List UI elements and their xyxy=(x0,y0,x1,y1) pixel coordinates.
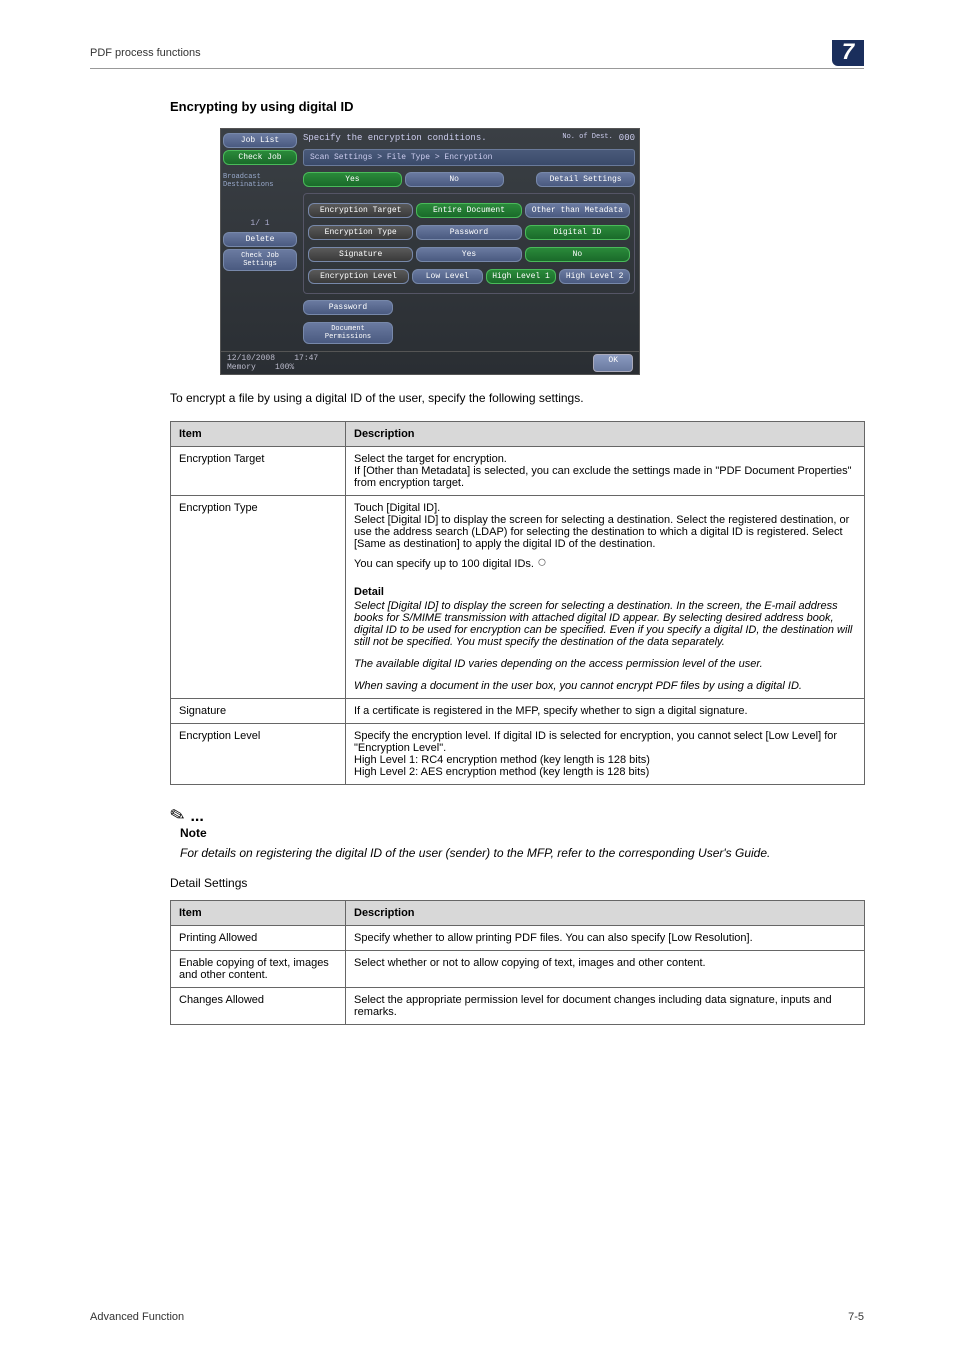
status-bar: 12/10/2008 17:47 Memory 100% OK xyxy=(221,351,639,374)
dest-count-value: 000 xyxy=(619,133,635,143)
detail-text-1: Select [Digital ID] to display the scree… xyxy=(354,600,856,648)
job-list-tab[interactable]: Job List xyxy=(223,133,297,148)
t1r2-item: Signature xyxy=(171,699,346,724)
magnifier-icon xyxy=(537,554,555,572)
t1r1-item: Encryption Type xyxy=(171,496,346,699)
footer-left: Advanced Function xyxy=(90,1311,184,1323)
detail-text-3: When saving a document in the user box, … xyxy=(354,680,856,692)
signature-label: Signature xyxy=(308,247,413,262)
detail-text-2: The available digital ID varies dependin… xyxy=(354,658,856,670)
t2r0-desc: Specify whether to allow printing PDF fi… xyxy=(346,926,865,951)
table2-header-item: Item xyxy=(171,901,346,926)
enc-target-label: Encryption Target xyxy=(308,203,413,218)
high-level-1-button[interactable]: High Level 1 xyxy=(486,269,557,284)
table-row: Changes Allowed Select the appropriate p… xyxy=(171,988,865,1025)
enc-type-label: Encryption Type xyxy=(308,225,413,240)
table1-header-item: Item xyxy=(171,422,346,447)
t2r2-item: Changes Allowed xyxy=(171,988,346,1025)
table-row: Encryption Target Select the target for … xyxy=(171,447,865,496)
delete-button[interactable]: Delete xyxy=(223,232,297,247)
check-job-tab[interactable]: Check Job xyxy=(223,150,297,165)
page-header: PDF process functions 7 xyxy=(90,40,864,69)
detail-label: Detail xyxy=(354,586,856,598)
footer-right: 7-5 xyxy=(848,1311,864,1323)
chapter-number: 7 xyxy=(832,40,864,66)
instruction-text: Specify the encryption conditions. xyxy=(303,133,487,143)
t2r0-item: Printing Allowed xyxy=(171,926,346,951)
table1-header-desc: Description xyxy=(346,422,865,447)
detail-settings-button[interactable]: Detail Settings xyxy=(536,172,635,187)
note-dots: ... xyxy=(190,808,203,825)
t1r1-desc: Touch [Digital ID]. Select [Digital ID] … xyxy=(346,496,865,699)
page-footer: Advanced Function 7-5 xyxy=(90,1311,864,1323)
note-text: For details on registering the digital I… xyxy=(180,844,864,862)
status-memory-value: 100% xyxy=(275,363,294,372)
note-block: ✎ ... Note For details on registering th… xyxy=(170,805,864,862)
signature-no-button[interactable]: No xyxy=(525,247,630,262)
ok-button[interactable]: OK xyxy=(593,354,633,372)
note-title: Note xyxy=(180,826,864,840)
table-row: Encryption Level Specify the encryption … xyxy=(171,724,865,785)
pager: 1/ 1 xyxy=(223,219,297,228)
t1r2-desc: If a certificate is registered in the MF… xyxy=(346,699,865,724)
table-row: Encryption Type Touch [Digital ID]. Sele… xyxy=(171,496,865,699)
lead-paragraph: To encrypt a file by using a digital ID … xyxy=(170,389,864,407)
t1r3-item: Encryption Level xyxy=(171,724,346,785)
doc-permissions-button[interactable]: Document Permissions xyxy=(303,322,393,344)
other-metadata-button[interactable]: Other than Metadata xyxy=(525,203,630,218)
t2r1-desc: Select whether or not to allow copying o… xyxy=(346,951,865,988)
mfp-panel-screenshot: Job List Check Job Broadcast Destination… xyxy=(220,128,864,375)
settings-table-1: Item Description Encryption Target Selec… xyxy=(170,421,865,785)
table-row: Signature If a certificate is registered… xyxy=(171,699,865,724)
settings-table-2: Item Description Printing Allowed Specif… xyxy=(170,900,865,1025)
password-row-button[interactable]: Password xyxy=(303,300,393,315)
signature-yes-button[interactable]: Yes xyxy=(416,247,521,262)
t1r1-main: Touch [Digital ID]. Select [Digital ID] … xyxy=(354,502,849,570)
status-date: 12/10/2008 xyxy=(227,354,275,363)
enc-yes-button[interactable]: Yes xyxy=(303,172,402,187)
enc-level-label: Encryption Level xyxy=(308,269,409,284)
broadcast-label: Broadcast Destinations xyxy=(223,173,297,189)
detail-settings-heading: Detail Settings xyxy=(170,876,864,890)
table-row: Printing Allowed Specify whether to allo… xyxy=(171,926,865,951)
digital-id-button[interactable]: Digital ID xyxy=(525,225,630,240)
t1r0-desc: Select the target for encryption. If [Ot… xyxy=(346,447,865,496)
pencil-icon: ✎ xyxy=(168,803,190,828)
low-level-button[interactable]: Low Level xyxy=(412,269,483,284)
section-title: Encrypting by using digital ID xyxy=(170,99,864,114)
check-job-settings-button[interactable]: Check Job Settings xyxy=(223,249,297,271)
table-row: Enable copying of text, images and other… xyxy=(171,951,865,988)
t2r1-item: Enable copying of text, images and other… xyxy=(171,951,346,988)
entire-document-button[interactable]: Entire Document xyxy=(416,203,521,218)
password-type-button[interactable]: Password xyxy=(416,225,521,240)
t1r3-desc: Specify the encryption level. If digital… xyxy=(346,724,865,785)
enc-no-button[interactable]: No xyxy=(405,172,504,187)
breadcrumb: Scan Settings > File Type > Encryption xyxy=(303,149,635,166)
status-memory-label: Memory xyxy=(227,363,256,372)
table2-header-desc: Description xyxy=(346,901,865,926)
high-level-2-button[interactable]: High Level 2 xyxy=(559,269,630,284)
t2r2-desc: Select the appropriate permission level … xyxy=(346,988,865,1025)
t1r0-item: Encryption Target xyxy=(171,447,346,496)
header-title: PDF process functions xyxy=(90,47,201,59)
dest-count-label: No. of Dest. xyxy=(562,133,612,143)
status-time: 17:47 xyxy=(294,354,318,363)
